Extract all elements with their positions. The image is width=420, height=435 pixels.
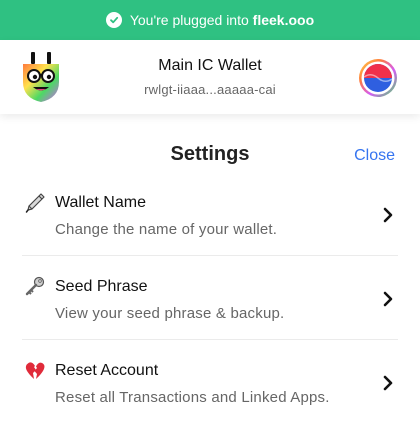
- wallet-info[interactable]: Main IC Wallet rwlgt-iiaaa...aaaaa-cai: [90, 57, 330, 97]
- chevron-right-icon: [383, 375, 393, 391]
- settings-item-title: Wallet Name: [55, 194, 146, 211]
- banner-prefix: You're plugged into: [129, 12, 253, 28]
- settings-item-seed-phrase[interactable]: Seed Phrase View your seed phrase & back…: [22, 272, 398, 356]
- wallet-principal-id[interactable]: rwlgt-iiaaa...aaaaa-cai: [90, 82, 330, 97]
- settings-item-reset-account[interactable]: Reset Account Reset all Transactions and…: [22, 356, 398, 435]
- banner-site: fleek.ooo: [252, 12, 315, 28]
- banner-message: You're plugged into fleek.ooo: [130, 12, 314, 28]
- wallet-name: Main IC Wallet: [158, 57, 262, 74]
- plug-logo[interactable]: [20, 52, 62, 104]
- check-circle-icon: [105, 12, 122, 28]
- settings-item-description: View your seed phrase & backup.: [55, 305, 285, 322]
- settings-item-description: Reset all Transactions and Linked Apps.: [55, 389, 330, 406]
- settings-item-description: Change the name of your wallet.: [55, 221, 278, 238]
- settings-item-title: Reset Account: [55, 362, 159, 379]
- wallet-header: Main IC Wallet rwlgt-iiaaa...aaaaa-cai: [0, 40, 420, 114]
- wallet-avatar[interactable]: [358, 58, 398, 98]
- pen-icon: [25, 193, 45, 213]
- divider: [22, 255, 398, 256]
- broken-heart-icon: [25, 362, 45, 379]
- key-icon: [25, 276, 45, 296]
- close-button[interactable]: Close: [354, 147, 395, 165]
- chevron-right-icon: [383, 207, 393, 223]
- connection-banner: You're plugged into fleek.ooo: [0, 0, 420, 40]
- chevron-right-icon: [383, 291, 393, 307]
- settings-header: Settings Close: [0, 140, 420, 170]
- settings-item-wallet-name[interactable]: Wallet Name Change the name of your wall…: [22, 188, 398, 272]
- divider: [22, 339, 398, 340]
- settings-item-title: Seed Phrase: [55, 278, 148, 295]
